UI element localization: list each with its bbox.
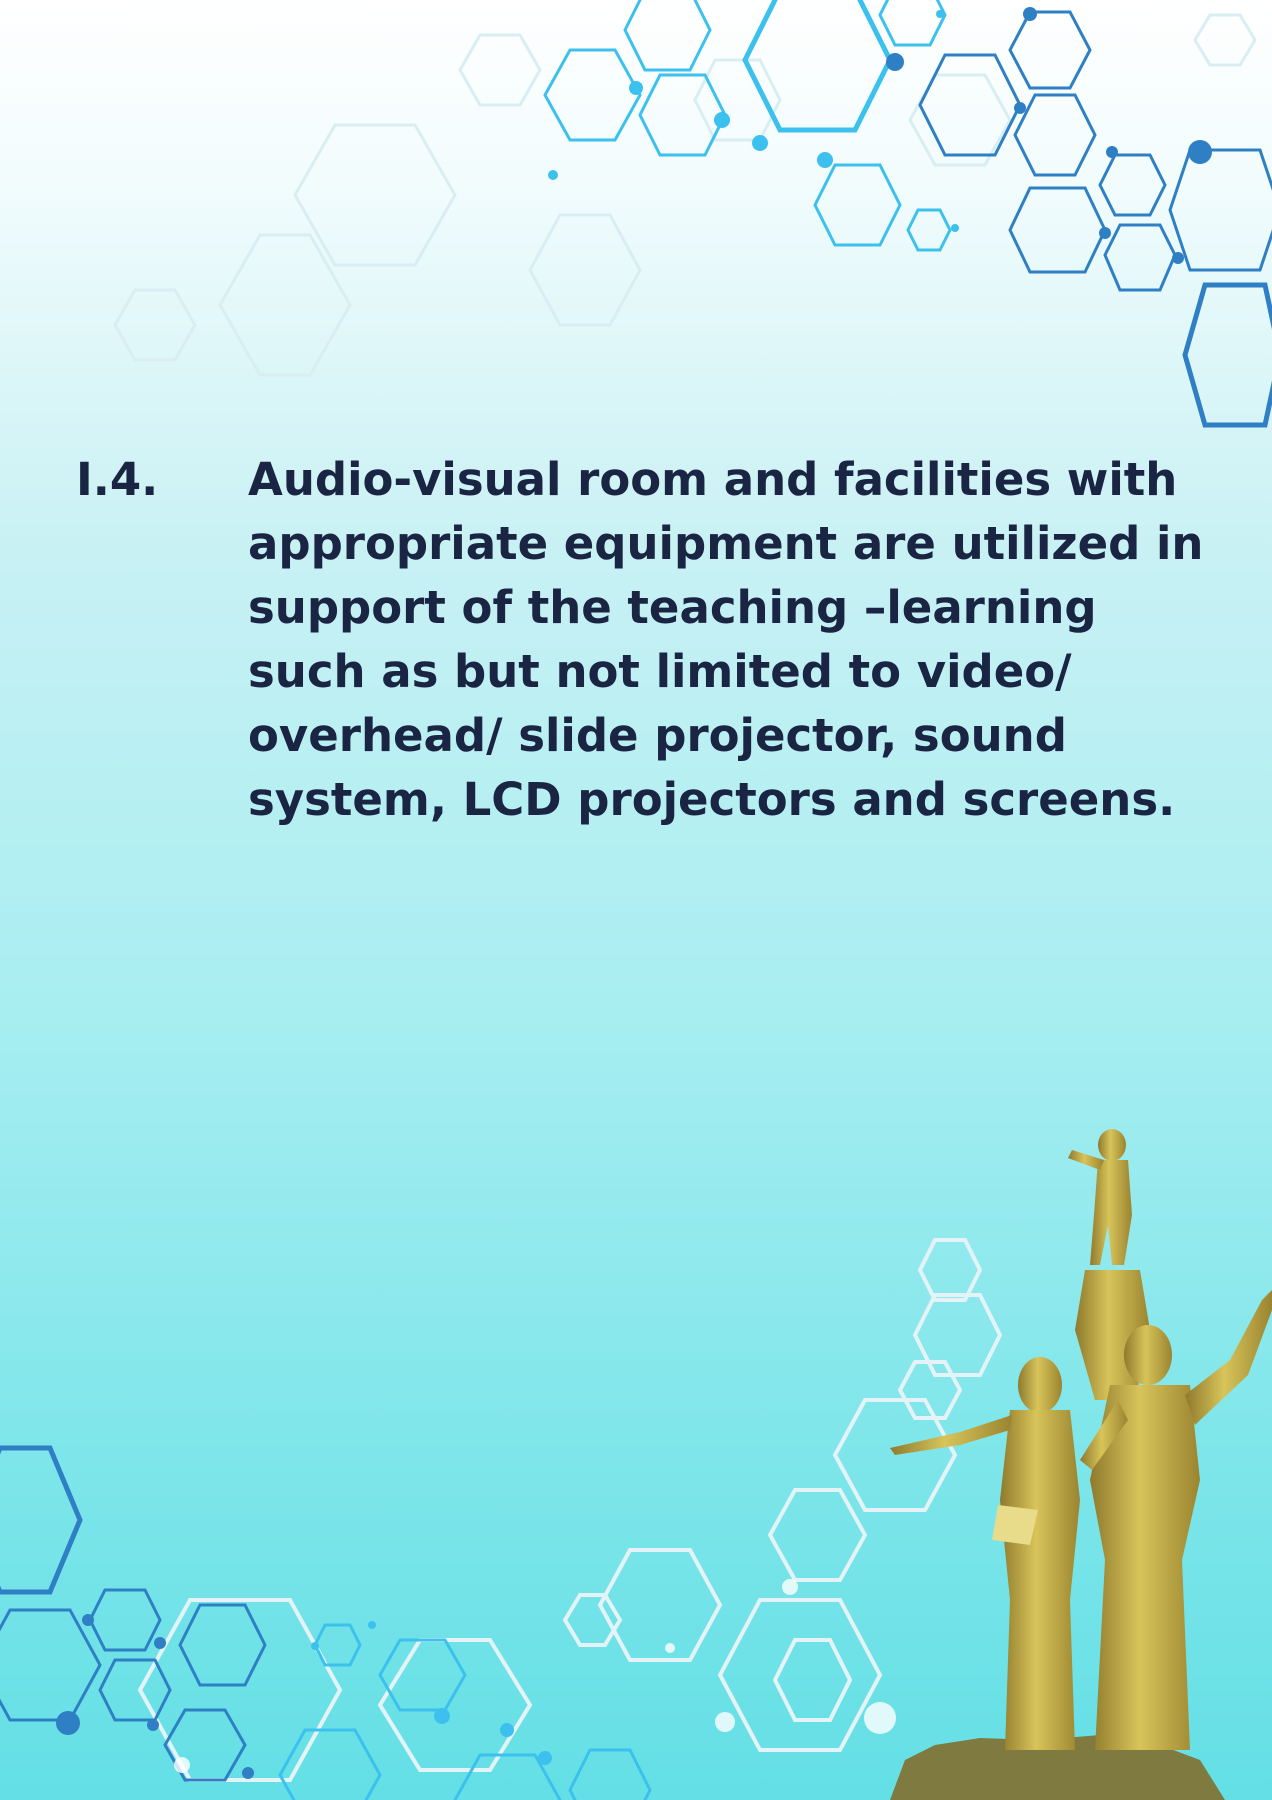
statue-image [890,1129,1272,1800]
criterion-text: Audio-visual room and facilities with ap… [248,453,1204,826]
hexagon-pattern-top [113,0,1272,428]
hexagon-pattern-bottom [0,1238,1003,1800]
criterion-number: I.4. [76,453,159,506]
